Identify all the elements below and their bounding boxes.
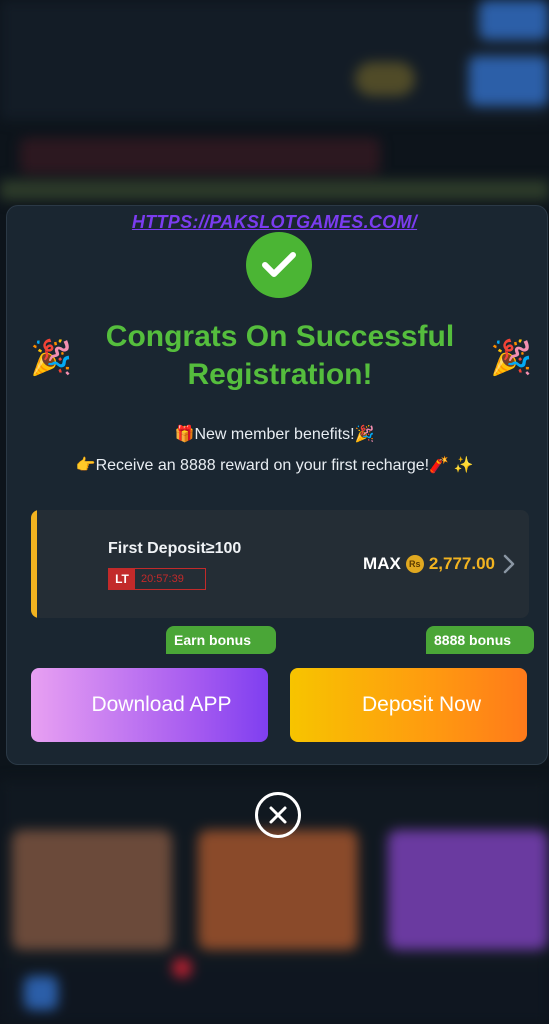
- bg-balance: [355, 62, 415, 96]
- bonus-8888-tag: 8888 bonus: [426, 626, 534, 654]
- deposit-label: First Deposit≥100: [108, 540, 242, 557]
- countdown-timer: LT 20:57:39: [108, 568, 206, 590]
- earn-bonus-tag: Earn bonus: [166, 626, 276, 654]
- bg-nav-item: [24, 976, 58, 1010]
- timer-value: 20:57:39: [141, 573, 184, 585]
- bg-bottom-nav: [0, 968, 549, 1024]
- chevron-right-icon[interactable]: [503, 554, 515, 580]
- bg-nav-badge: [172, 958, 192, 978]
- bg-game-tile: [198, 830, 358, 950]
- bg-game-tile: [388, 830, 548, 950]
- modal-title: Congrats On Successful Registration!: [105, 320, 455, 391]
- max-label: MAX: [363, 554, 401, 573]
- bg-topbar: [0, 0, 549, 120]
- max-amount: 2,777.00: [428, 554, 495, 573]
- bg-banner: [0, 180, 549, 200]
- benefit-line: 🎁New member benefits!🎉: [174, 426, 375, 443]
- check-icon: [246, 232, 312, 298]
- rupee-coin-icon: Rs: [405, 555, 424, 573]
- bg-game-tile: [12, 830, 172, 950]
- card-accent-bar: [31, 510, 37, 618]
- max-reward: MAX Rs 2,777.00: [363, 554, 495, 574]
- deposit-now-button[interactable]: Deposit Now: [290, 668, 527, 742]
- site-url-link[interactable]: HTTPS://PAKSLOTGAMES.COM/: [0, 212, 549, 233]
- download-app-button[interactable]: Download APP: [31, 668, 268, 742]
- benefit-line: 👉Receive an 8888 reward on your first re…: [75, 457, 474, 474]
- first-deposit-card[interactable]: First Deposit≥100 LT 20:57:39 MAX Rs 2,7…: [31, 510, 529, 618]
- timer-prefix: LT: [109, 569, 135, 589]
- close-icon[interactable]: [255, 792, 301, 838]
- bg-button: [479, 0, 549, 40]
- bg-marquee: [20, 138, 380, 174]
- bg-button: [469, 56, 549, 106]
